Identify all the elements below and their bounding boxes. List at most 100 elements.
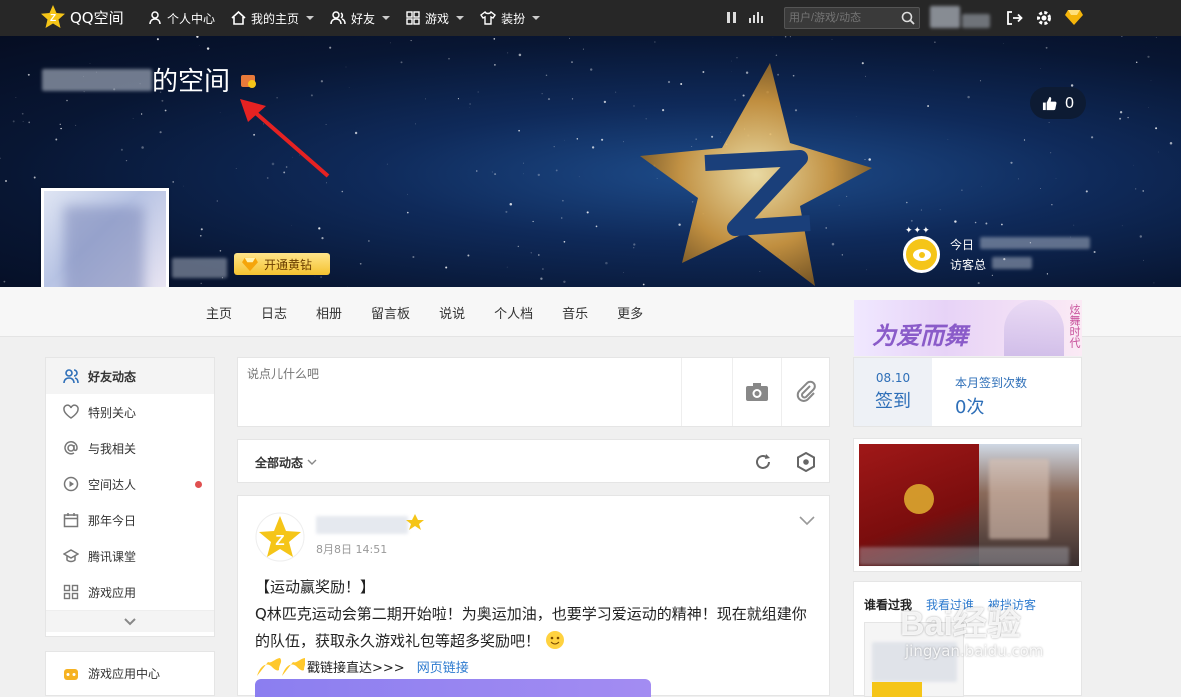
main-nav: 个人中心我的主页 好友 游戏装扮 (148, 0, 556, 36)
nav-item-2[interactable]: 好友 (330, 10, 390, 27)
watermark: Bai经验 (900, 596, 1021, 645)
friends-icon (330, 11, 346, 25)
user-avatar-small[interactable] (930, 6, 960, 28)
visitor-stats[interactable]: 今日 访客总 (950, 235, 1090, 275)
owner-name-blurred (42, 69, 152, 91)
tab-7[interactable]: 更多 (617, 303, 643, 322)
sidebar-item-5[interactable]: 腾讯课堂 (46, 538, 214, 574)
svg-text:Z: Z (50, 13, 56, 24)
tab-3[interactable]: 留言板 (371, 303, 410, 322)
month-checkin-label: 本月签到次数 (955, 374, 1027, 391)
settings-hex-icon[interactable] (796, 452, 816, 472)
sidebar-item-label: 游戏应用 (88, 584, 136, 601)
tab-4[interactable]: 说说 (439, 303, 465, 322)
post-date: 8月8日 14:51 (316, 541, 387, 557)
nav-item-1[interactable]: 我的主页 (231, 10, 314, 27)
visitors-today-label: 今日 (950, 238, 974, 252)
top-navigation-bar: Z QQ空间 个人中心我的主页 好友 游戏装扮 (0, 0, 1181, 36)
open-yellow-diamond-button[interactable]: 开通黄钻 (234, 253, 330, 275)
watermark-url: jingyan.baidu.com (905, 642, 1043, 660)
tab-0[interactable]: 主页 (206, 303, 232, 322)
nav-item-3[interactable]: 游戏 (406, 10, 464, 27)
photo-album-preview[interactable] (853, 438, 1082, 572)
diamond-icon (240, 257, 260, 272)
ad-side-text: 炫舞时代 (1068, 304, 1080, 348)
sidebar-item-label: 好友动态 (88, 368, 136, 385)
attach-link-button[interactable] (781, 358, 829, 426)
game-center-label: 游戏应用中心 (88, 665, 160, 682)
apps-icon (63, 584, 79, 600)
photo-upload-button[interactable] (732, 358, 780, 426)
nav-label: 好友 (351, 10, 375, 27)
link-prefix: 戳链接直达>>> (307, 655, 405, 682)
search-box (784, 7, 920, 29)
caret-down-icon (306, 16, 314, 20)
search-icon[interactable] (901, 11, 915, 25)
month-checkin-count: 0次 (955, 393, 1027, 419)
sidebar-item-0[interactable]: 好友动态 (46, 358, 214, 394)
notification-dot (195, 481, 202, 488)
crown-stars: ✦✦✦ (905, 226, 931, 236)
visitor-thumb-yellow (872, 682, 922, 697)
music-bars-icon[interactable] (749, 11, 765, 23)
at-icon (63, 440, 79, 456)
feed-post: Z 8月8日 14:51 【运动赢奖励！】 Q林匹克运动会第二期开始啦！为奥运加… (237, 495, 830, 696)
checkin-date: 08.10 (876, 371, 910, 385)
tab-1[interactable]: 日志 (261, 303, 287, 322)
web-link[interactable]: 网页链接 (417, 655, 469, 682)
qzone-logo[interactable]: Z QQ空间 (40, 4, 124, 30)
sidebar-item-3[interactable]: 空间达人 (46, 466, 214, 502)
visitor-badge[interactable] (903, 236, 940, 273)
caret-down-icon (382, 16, 390, 20)
post-text: Q林匹克运动会第二期开始啦！为奥运加油，也要学习爱运动的精神！现在就组建你的队伍… (255, 605, 807, 650)
tab-5[interactable]: 个人档 (494, 303, 533, 322)
sidebar-item-2[interactable]: 与我相关 (46, 430, 214, 466)
feed-filter-label: 全部动态 (255, 454, 303, 471)
like-button[interactable]: 0 (1030, 87, 1086, 119)
post-menu-chevron-icon[interactable] (799, 516, 815, 526)
play-circle-icon (63, 476, 79, 492)
owner-nickname-blurred (172, 258, 227, 278)
status-composer (237, 357, 830, 427)
shirt-icon (480, 11, 496, 25)
vip-level-icon[interactable] (238, 70, 258, 90)
visitors-total-label: 访客总 (950, 258, 986, 272)
person-icon (148, 11, 162, 25)
checkin-button[interactable]: 08.10 签到 (854, 358, 932, 426)
sidebar-item-6[interactable]: 游戏应用 (46, 574, 214, 610)
calendar-icon (63, 512, 79, 528)
logout-icon[interactable] (1005, 9, 1023, 27)
nav-item-4[interactable]: 装扮 (480, 10, 540, 27)
grid-icon (406, 11, 420, 25)
heart-icon (63, 404, 79, 420)
feed-filter-dropdown[interactable]: 全部动态 (255, 454, 317, 471)
search-input[interactable] (785, 8, 895, 28)
status-input[interactable] (238, 358, 678, 418)
gear-icon[interactable] (1035, 9, 1053, 27)
sidebar-item-label: 腾讯课堂 (88, 548, 136, 565)
post-media-preview[interactable] (255, 679, 651, 697)
game-app-center-link[interactable]: 游戏应用中心 (45, 651, 215, 696)
ad-character-art (1004, 300, 1064, 356)
sidebar-expand-button[interactable] (46, 610, 214, 632)
cover-banner: 的空间 0 ✦✦✦ 今日 访客总 开通黄钻 (0, 36, 1181, 287)
red-arrow-annotation (238, 98, 333, 180)
refresh-icon[interactable] (753, 452, 773, 472)
sidebar-item-1[interactable]: 特别关心 (46, 394, 214, 430)
author-name-blurred[interactable] (316, 516, 408, 534)
pause-icon[interactable] (727, 12, 736, 23)
caret-down-icon (532, 16, 540, 20)
tab-2[interactable]: 相册 (316, 303, 342, 322)
graduation-cap-icon (63, 548, 79, 564)
ad-banner[interactable]: 为爱而舞 炫舞时代 (854, 300, 1082, 356)
yellow-diamond-icon[interactable] (1064, 9, 1084, 26)
thumbs-up-icon (1042, 96, 1057, 111)
author-avatar[interactable]: Z (255, 512, 305, 562)
paperclip-icon (794, 380, 818, 404)
sidebar-item-label: 特别关心 (88, 404, 136, 421)
user-name-small[interactable] (962, 14, 990, 28)
sidebar-item-4[interactable]: 那年今日 (46, 502, 214, 538)
nav-item-0[interactable]: 个人中心 (148, 10, 215, 27)
chevron-down-icon (307, 459, 317, 466)
tab-6[interactable]: 音乐 (562, 303, 588, 322)
